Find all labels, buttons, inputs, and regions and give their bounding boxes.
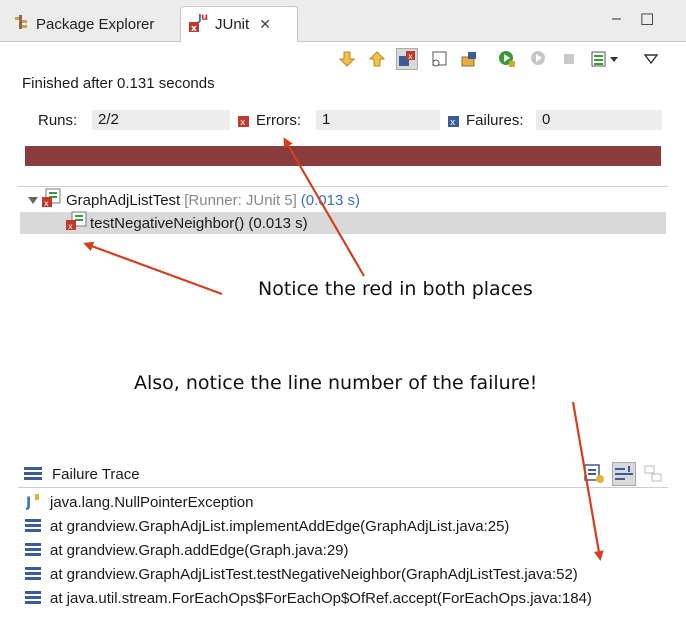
svg-text:x: x [191, 24, 197, 34]
view-tab-bar: Package Explorer J u x JUnit ✕ – ☐ [0, 0, 686, 42]
test-name: testNegativeNeighbor() (0.013 s) [90, 214, 308, 232]
failure-icon: x [448, 114, 459, 130]
annotation-line-note: Also, notice the line number of the fail… [134, 372, 538, 394]
suite-name: GraphAdjListTest [66, 191, 181, 209]
trace-text: at java.util.stream.ForEachOps$ForEachOp… [50, 589, 592, 607]
errors-label: Errors: [256, 112, 301, 129]
trace-text: at grandview.Graph.addEdge(Graph.java:29… [50, 541, 349, 559]
test-case-error-icon: x [66, 211, 88, 235]
trace-line-exception[interactable]: J java.lang.NullPointerException [24, 491, 253, 513]
suite-runner: [Runner: JUnit 5] [184, 191, 297, 209]
annotation-red-note: Notice the red in both places [258, 278, 533, 300]
stack-frame-icon [24, 567, 42, 581]
filter-stack-trace-icon[interactable] [612, 462, 636, 486]
stack-trace-icon [24, 466, 42, 485]
error-icon: x [238, 114, 249, 130]
scroll-lock-icon[interactable] [428, 48, 450, 70]
rerun-failed-first-icon[interactable] [528, 48, 550, 70]
trace-line-frame[interactable]: at grandview.GraphAdjList.implementAddEd… [24, 515, 509, 537]
failure-trace-panel: Failure Trace J java.lang.NullPointerExc… [18, 461, 668, 617]
copy-trace-icon[interactable] [644, 465, 662, 486]
trace-text: java.lang.NullPointerException [50, 493, 254, 511]
failure-trace-title: Failure Trace [52, 466, 140, 483]
svg-text:J: J [26, 495, 31, 510]
tab-package-explorer[interactable]: Package Explorer [14, 6, 154, 42]
history-icon[interactable] [458, 48, 480, 70]
suite-time: (0.013 s) [300, 191, 360, 209]
runs-value: 2/2 [92, 110, 230, 130]
stack-frame-icon [24, 591, 42, 605]
next-failure-icon[interactable] [336, 48, 358, 70]
test-run-history-icon[interactable] [588, 48, 610, 70]
svg-text:x: x [240, 118, 246, 127]
compare-result-icon[interactable] [584, 463, 606, 488]
expand-toggle-icon[interactable] [28, 192, 38, 209]
junit-toolbar: x [0, 44, 686, 74]
trace-line-frame[interactable]: at grandview.GraphAdjListTest.testNegati… [24, 563, 578, 585]
view-menu-icon[interactable] [640, 48, 662, 70]
trace-text: at grandview.GraphAdjList.implementAddEd… [50, 517, 510, 535]
stack-frame-icon [24, 543, 42, 557]
tab-package-explorer-label: Package Explorer [36, 15, 155, 33]
test-progress-bar [25, 146, 661, 166]
close-tab-icon[interactable]: ✕ [259, 16, 271, 33]
tree-row-suite[interactable]: x GraphAdjListTest [Runner: JUnit 5] (0.… [18, 188, 658, 212]
svg-text:u: u [201, 12, 208, 23]
test-suite-error-icon: x [42, 188, 62, 212]
test-counters: Runs: 2/2 x Errors: 1 x Failures: 0 [22, 108, 662, 132]
runs-label: Runs: [38, 112, 78, 129]
minimize-icon[interactable]: – [612, 10, 621, 28]
trace-text: at grandview.GraphAdjListTest.testNegati… [50, 565, 578, 583]
rerun-test-icon[interactable] [496, 48, 518, 70]
stack-frame-icon [24, 519, 42, 533]
history-dropdown-icon[interactable] [608, 48, 620, 70]
svg-text:x: x [450, 118, 456, 127]
tab-junit[interactable]: J u x JUnit ✕ [180, 6, 298, 42]
stop-icon[interactable] [558, 48, 580, 70]
errors-value: 1 [316, 110, 440, 130]
maximize-icon[interactable]: ☐ [640, 10, 654, 30]
previous-failure-icon[interactable] [366, 48, 388, 70]
junit-icon: J u x [189, 12, 209, 38]
failures-value: 0 [536, 110, 662, 130]
test-tree: x GraphAdjListTest [Runner: JUnit 5] (0.… [18, 186, 668, 456]
tree-row-test[interactable]: x testNegativeNeighbor() (0.013 s) [20, 211, 666, 235]
show-failures-only-icon[interactable]: x [396, 48, 418, 70]
run-status-text: Finished after 0.131 seconds [22, 75, 215, 92]
exception-icon: J [24, 494, 42, 510]
svg-text:x: x [408, 52, 413, 61]
trace-line-frame[interactable]: at java.util.stream.ForEachOps$ForEachOp… [24, 587, 592, 609]
svg-text:x: x [44, 199, 49, 208]
failure-trace-header: Failure Trace [18, 461, 668, 488]
trace-line-frame[interactable]: at grandview.Graph.addEdge(Graph.java:29… [24, 539, 349, 561]
package-explorer-icon [14, 14, 30, 34]
tab-junit-label: JUnit [215, 16, 250, 33]
failures-label: Failures: [466, 112, 524, 129]
svg-text:x: x [68, 222, 73, 231]
